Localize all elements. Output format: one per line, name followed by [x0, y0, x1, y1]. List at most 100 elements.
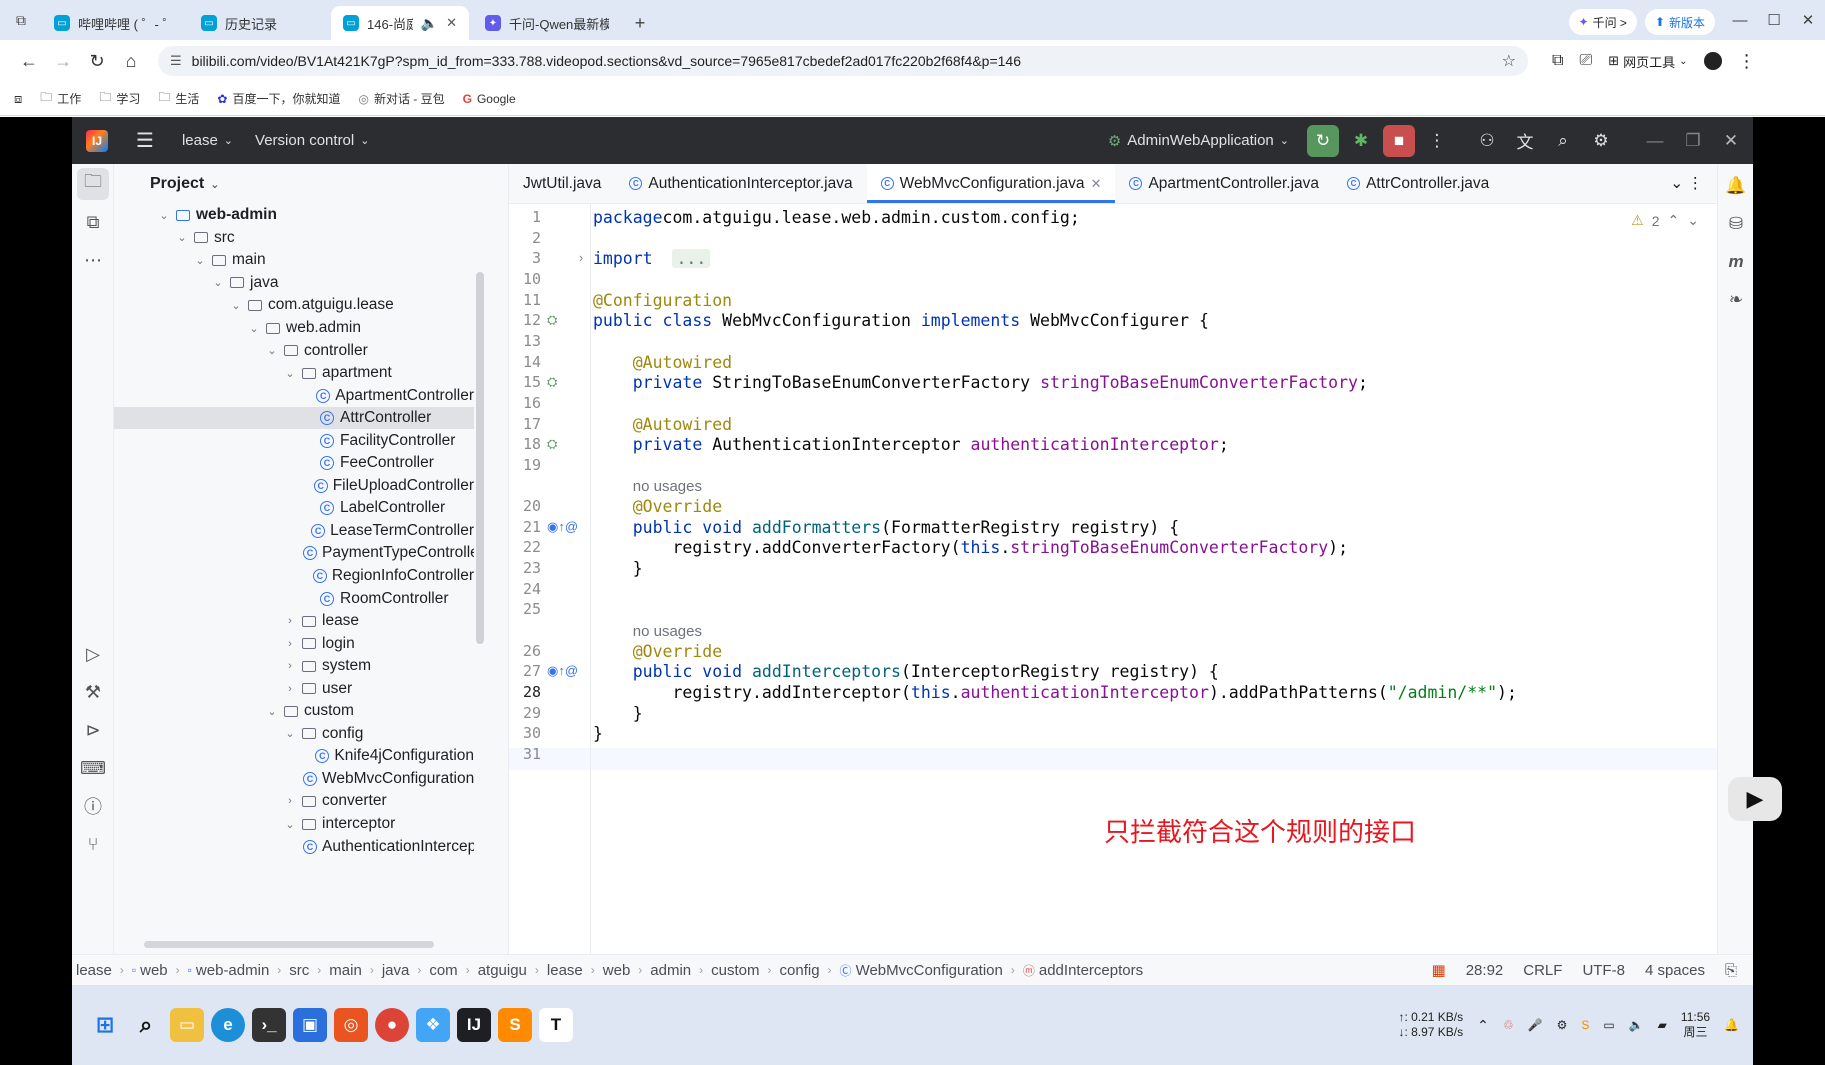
- problems-icon[interactable]: ⓘ: [72, 786, 114, 826]
- tree-item[interactable]: › converter: [114, 790, 474, 813]
- home-button[interactable]: ⌂: [114, 44, 148, 78]
- address-bar[interactable]: ☰ bilibili.com/video/BV1At421K7gP?spm_id…: [158, 46, 1528, 76]
- project-switcher[interactable]: lease ⌄: [182, 132, 233, 149]
- run-icon[interactable]: ▷: [72, 634, 114, 674]
- line-separator[interactable]: CRLF: [1523, 962, 1562, 979]
- edge-icon[interactable]: e: [211, 1008, 245, 1042]
- microphone-icon[interactable]: 🎤: [1528, 1018, 1543, 1032]
- tree-item[interactable]: ⌄ apartment: [114, 362, 474, 385]
- forward-button[interactable]: →: [46, 44, 80, 78]
- chevron-right-icon[interactable]: ›: [282, 615, 298, 627]
- caret-position[interactable]: 28:92: [1466, 962, 1504, 979]
- reload-button[interactable]: ↻: [80, 44, 114, 78]
- code-line[interactable]: public void addFormatters(FormatterRegis…: [593, 518, 1179, 537]
- sublime-tray-icon[interactable]: S: [1581, 1018, 1589, 1032]
- tree-scrollbar[interactable]: [476, 272, 484, 644]
- file-encoding[interactable]: UTF-8: [1582, 962, 1625, 979]
- tree-item[interactable]: C LeaseTermController: [114, 520, 474, 543]
- breadcrumb-item[interactable]: custom: [711, 962, 759, 979]
- bookmark-baidu[interactable]: ✿ 百度一下，你就知道: [217, 90, 340, 107]
- code-line[interactable]: packagecom.atguigu.lease.web.admin.custo…: [593, 208, 1080, 227]
- extensions-icon[interactable]: ⧉: [1552, 52, 1563, 70]
- breadcrumb-item[interactable]: com: [429, 962, 457, 979]
- ubuntu-icon[interactable]: ◎: [334, 1008, 368, 1042]
- close-tab-icon[interactable]: ✕: [1091, 176, 1102, 192]
- screenshot-icon[interactable]: ⎚: [1579, 52, 1592, 70]
- inspection-widget[interactable]: ⚠ 2 ⌃ ⌄: [1631, 212, 1699, 229]
- maven-icon[interactable]: m: [1718, 244, 1753, 280]
- avatar[interactable]: [1703, 52, 1722, 70]
- store-icon[interactable]: ▣: [293, 1008, 327, 1042]
- reading-list-icon[interactable]: ⧈: [14, 91, 22, 107]
- services-icon[interactable]: ⊳: [72, 710, 114, 750]
- tree-item[interactable]: C AttrController: [114, 406, 474, 430]
- code-line[interactable]: }: [593, 724, 603, 743]
- code-line[interactable]: @Override: [593, 497, 722, 516]
- chevron-right-icon[interactable]: ›: [282, 638, 298, 650]
- play-button-icon[interactable]: ▶: [1728, 777, 1782, 821]
- tree-item[interactable]: ⌄ config: [114, 723, 474, 746]
- breadcrumb-item[interactable]: config: [780, 962, 820, 979]
- chevron-right-icon[interactable]: ›: [282, 795, 298, 807]
- breadcrumb-item[interactable]: ▫ web-admin: [188, 962, 270, 979]
- more-actions-icon[interactable]: ⋮: [1421, 125, 1453, 157]
- speaker-icon[interactable]: 🔈: [421, 15, 438, 32]
- code-line[interactable]: public class WebMvcConfiguration impleme…: [593, 311, 1209, 330]
- tree-item[interactable]: C WebMvcConfiguration: [114, 768, 474, 791]
- tree-item[interactable]: C Knife4jConfiguration: [114, 745, 474, 768]
- editor-tab[interactable]: C AttrController.java: [1333, 164, 1503, 203]
- build-icon[interactable]: ⚒: [72, 672, 114, 712]
- bean-gutter-icon[interactable]: ⛭: [547, 436, 557, 452]
- tree-item[interactable]: C ApartmentController: [114, 384, 474, 407]
- minimize-button[interactable]: —: [1723, 0, 1757, 40]
- code-line[interactable]: @Autowired: [593, 353, 732, 372]
- battery-icon[interactable]: ▰: [1658, 1018, 1667, 1032]
- tree-item[interactable]: C FileUploadController: [114, 475, 474, 498]
- chevron-right-icon[interactable]: ›: [282, 660, 298, 672]
- close-tab-icon[interactable]: ✕: [446, 15, 457, 31]
- ai-assistant-icon[interactable]: ❧: [1718, 282, 1753, 318]
- chrome-icon[interactable]: ●: [375, 1008, 409, 1042]
- chevron-down-icon[interactable]: ⌄: [282, 367, 298, 380]
- override-gutter-icon[interactable]: ◉↑@: [547, 519, 578, 535]
- chevron-down-icon[interactable]: ⌄: [264, 705, 280, 718]
- code-line[interactable]: @Configuration: [593, 291, 732, 310]
- chevron-down-icon[interactable]: ⌄: [210, 276, 226, 289]
- breadcrumb-item[interactable]: ▫ web: [132, 962, 168, 979]
- rerun-icon[interactable]: ↻: [1307, 124, 1339, 157]
- version-control-menu[interactable]: Version control ⌄: [255, 132, 369, 149]
- tree-item[interactable]: › system: [114, 655, 474, 678]
- tree-item[interactable]: C PaymentTypeController: [114, 542, 474, 565]
- bookmark-folder-life[interactable]: 🗀 生活: [158, 88, 199, 109]
- search-icon[interactable]: ⌕: [129, 1008, 163, 1042]
- tree-item[interactable]: C AuthenticationInterceptor: [114, 835, 474, 858]
- menu-icon[interactable]: ⋮: [1738, 51, 1756, 72]
- editor-tab[interactable]: C WebMvcConfiguration.java ✕: [866, 164, 1116, 203]
- editor-tab[interactable]: C ApartmentController.java: [1115, 164, 1333, 203]
- tree-item[interactable]: C RegionInfoController: [114, 565, 474, 588]
- update-button[interactable]: ⬆ 新版本: [1644, 9, 1715, 35]
- tree-item[interactable]: ⌄ custom: [114, 700, 474, 723]
- qianwen-button[interactable]: ✦ 千问 >: [1568, 9, 1637, 35]
- code-line[interactable]: no usages: [593, 621, 702, 640]
- more-tools-icon[interactable]: ⋯: [72, 240, 114, 280]
- code-line[interactable]: public void addInterceptors(InterceptorR…: [593, 662, 1219, 681]
- start-windows-icon[interactable]: ⊞: [88, 1008, 122, 1042]
- tree-item[interactable]: ⌄ main: [114, 249, 474, 272]
- video-player[interactable]: IJ ☰ lease ⌄ Version control ⌄ ⚙ AdminWebAp…: [0, 117, 1825, 1065]
- tree-item[interactable]: › login: [114, 632, 474, 655]
- file-explorer-icon[interactable]: ▭: [170, 1008, 204, 1042]
- breadcrumb-item[interactable]: web: [603, 962, 631, 979]
- chevron-down-icon[interactable]: ⌄: [282, 727, 298, 740]
- code-line[interactable]: registry.addConverterFactory(this.string…: [593, 538, 1348, 557]
- tree-item[interactable]: ⌄ web-admin: [114, 204, 474, 227]
- intellij-icon[interactable]: IJ: [457, 1008, 491, 1042]
- tab-actions-icon[interactable]: ⧉: [0, 0, 42, 40]
- breadcrumb-item[interactable]: lease: [547, 962, 583, 979]
- chevron-down-icon[interactable]: ⌄: [192, 254, 208, 267]
- search-icon[interactable]: ⌕: [1547, 125, 1579, 157]
- breadcrumb-item[interactable]: java: [382, 962, 410, 979]
- code-line[interactable]: private AuthenticationInterceptor authen…: [593, 435, 1229, 454]
- main-menu-icon[interactable]: ☰: [136, 128, 154, 153]
- chevron-right-icon[interactable]: ›: [282, 683, 298, 695]
